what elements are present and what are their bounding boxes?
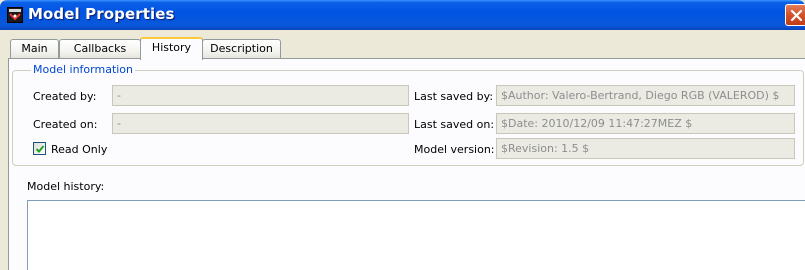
last-saved-on-label: Last saved on: xyxy=(414,118,495,131)
created-by-label: Created by: xyxy=(33,90,97,103)
tab-description[interactable]: Description xyxy=(202,39,281,59)
close-icon xyxy=(790,9,803,22)
model-version-field[interactable]: $Revision: 1.5 $ xyxy=(496,138,795,159)
model-history-textarea[interactable] xyxy=(27,200,805,270)
model-app-icon[interactable] xyxy=(7,7,23,23)
checkmark-icon xyxy=(35,145,45,153)
model-history-label: Model history: xyxy=(27,180,105,193)
model-version-label: Model version: xyxy=(414,143,495,156)
tab-callbacks[interactable]: Callbacks xyxy=(59,39,141,59)
created-by-field[interactable]: - xyxy=(112,85,409,106)
window-title: Model Properties xyxy=(28,5,175,23)
tab-main[interactable]: Main xyxy=(10,39,59,59)
tab-history[interactable]: History xyxy=(140,37,203,60)
last-saved-on-field[interactable]: $Date: 2010/12/09 11:47:27MEZ $ xyxy=(496,113,795,134)
title-bar[interactable]: Model Properties xyxy=(0,0,805,30)
read-only-checkbox[interactable] xyxy=(33,142,46,155)
model-information-title: Model information xyxy=(31,63,136,76)
created-on-label: Created on: xyxy=(33,118,98,131)
tab-strip: Main Callbacks History Description xyxy=(0,37,805,60)
last-saved-by-field[interactable]: $Author: Valero-Bertrand, Diego RGB (VAL… xyxy=(496,85,795,106)
last-saved-by-label: Last saved by: xyxy=(414,90,494,103)
created-on-field[interactable]: - xyxy=(112,113,409,134)
close-button[interactable] xyxy=(785,4,805,26)
read-only-label[interactable]: Read Only xyxy=(51,143,107,156)
